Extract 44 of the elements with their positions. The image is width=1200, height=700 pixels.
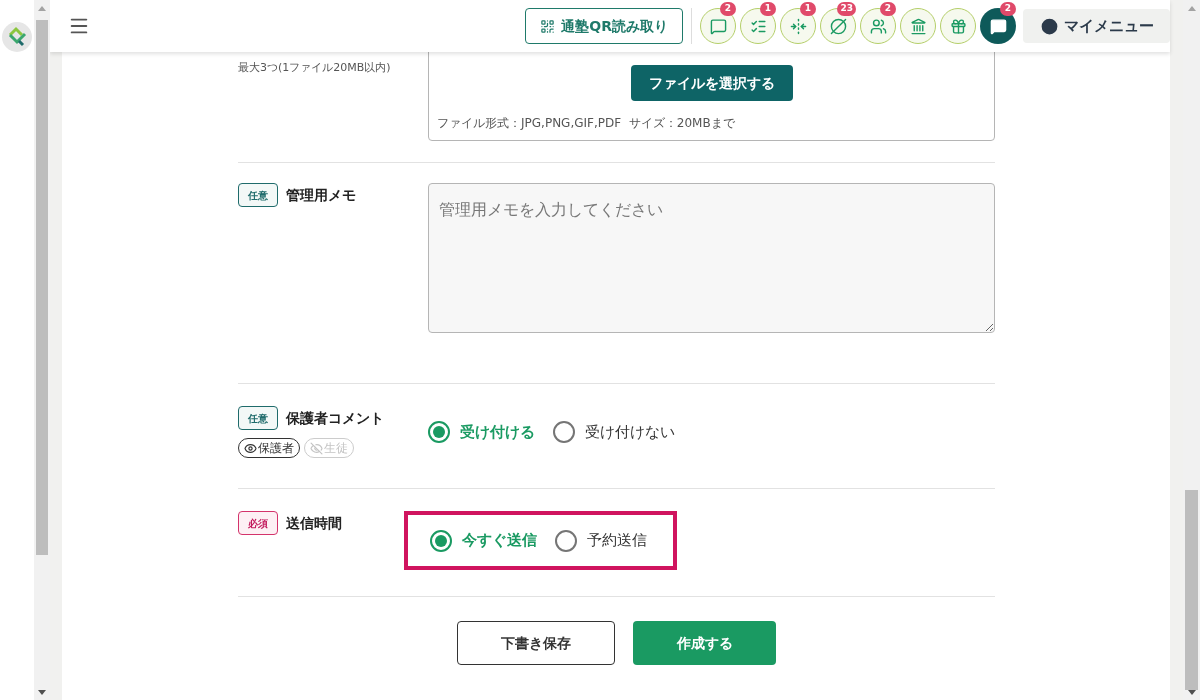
eye-off-icon (310, 441, 323, 455)
count-badge: 2 (720, 2, 736, 16)
choose-file-button[interactable]: ファイルを選択する (630, 65, 793, 101)
group-icon (869, 17, 887, 35)
create-button[interactable]: 作成する (633, 621, 776, 665)
radio-option[interactable]: 受け付ける (428, 420, 535, 444)
scrollbar-thumb[interactable] (1185, 490, 1198, 690)
scrollbar[interactable] (34, 0, 50, 700)
logo-icon[interactable] (2, 22, 32, 52)
radio-option[interactable]: 受け付けない (553, 420, 675, 444)
field-label: 送信時間 (286, 513, 342, 533)
count-badge: 1 (800, 2, 816, 16)
upload-note: 最大3つ(1ファイル20MB以内) (238, 61, 391, 74)
count-badge: 2 (1000, 2, 1016, 16)
field-tag: 任意 (238, 406, 278, 430)
gift-icon (949, 17, 967, 35)
toolbar-button[interactable] (940, 8, 976, 44)
inward-arrows-icon (789, 17, 807, 35)
count-badge: 23 (837, 2, 856, 16)
scrollbar-thumb[interactable] (36, 20, 48, 555)
scroll-down-icon[interactable] (38, 690, 46, 695)
scrollbar[interactable] (1183, 0, 1200, 700)
scroll-up-icon[interactable] (38, 6, 46, 11)
slashed-circle-icon (829, 17, 847, 35)
count-badge: 1 (760, 2, 776, 16)
eye-icon (244, 441, 257, 455)
field-label: 管理用メモ (286, 185, 356, 205)
field-label: 保護者コメント (286, 408, 384, 428)
upload-hint: ファイル形式：JPG,PNG,GIF,PDF サイズ：20MBまで (437, 115, 735, 132)
field-tag: 必須 (238, 511, 278, 535)
field-tag: 任意 (238, 183, 278, 207)
qr-scan-button[interactable]: 通塾QR読み取り (525, 8, 683, 44)
radio-option[interactable]: 予約送信 (555, 529, 647, 552)
building-icon (909, 17, 927, 35)
radio-option[interactable]: 今すぐ送信 (430, 529, 537, 552)
count-badge: 2 (880, 2, 896, 16)
chat-icon (709, 17, 727, 35)
save-draft-button[interactable]: 下書き保存 (457, 621, 615, 665)
my-menu-button[interactable]: マイメニュー (1023, 9, 1170, 43)
toolbar-button[interactable] (900, 8, 936, 44)
memo-field[interactable]: 管理用メモを入力してください (428, 183, 995, 333)
scroll-up-icon[interactable] (1187, 6, 1196, 11)
chat-icon (989, 17, 1007, 35)
qr-code-icon (540, 18, 556, 34)
